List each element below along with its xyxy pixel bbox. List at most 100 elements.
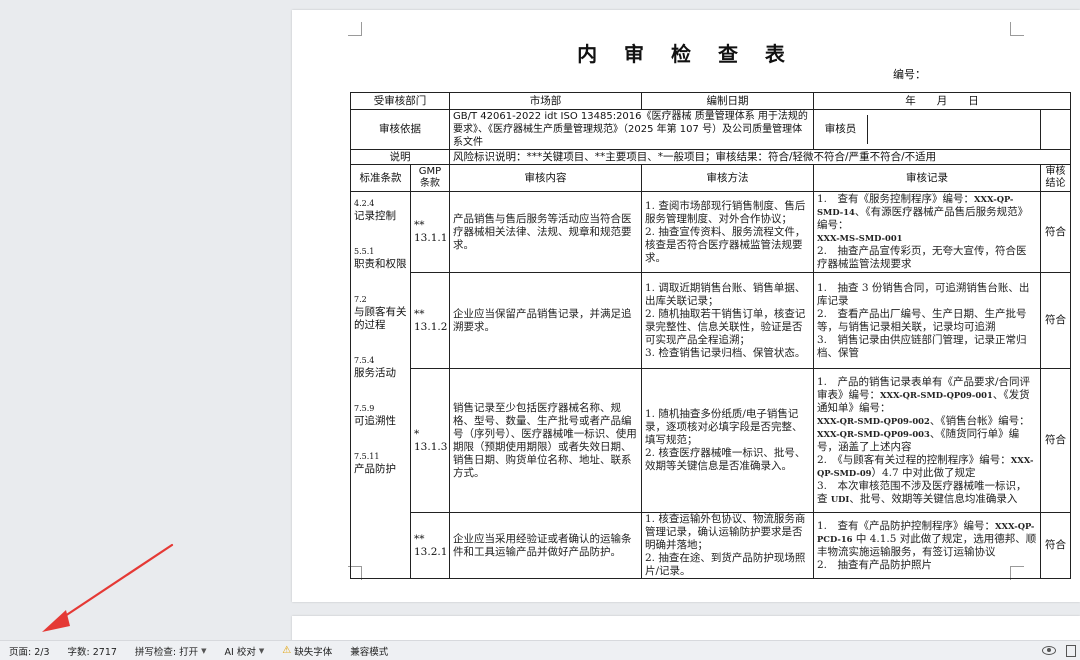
record-doc-code: XXX-QR-SMD-QP09-001 [880,389,993,400]
gmp-cell[interactable]: ** 13.1.1 [410,191,450,273]
spell-check-toggle[interactable]: 拼写检查: 打开 ▼ [126,644,216,658]
record-cell[interactable]: 1. 抽查 3 份销售合同，可追溯销售台账、出库记录 2. 查看产品出厂编号、生… [813,272,1041,369]
method-line: 1. 核查运输外包协议、物流服务商管理记录，确认运输防护要求是否明确并落地； [645,513,806,552]
standard-code: 4.2.4 [354,199,375,208]
method-cell[interactable]: 1. 核查运输外包协议、物流服务商管理记录，确认运输防护要求是否明确并落地； 2… [641,512,814,579]
compat-mode-indicator[interactable]: 兼容模式 [341,644,397,658]
chevron-down-icon: ▼ [201,646,207,655]
record-line: 1. 查有《产品防护控制程序》编号：XXX-QP-PCD-16 中 4.1.5 … [817,520,1037,559]
document-workspace[interactable]: 内 审 检 查 表 编号： 受审核部门 市场部 编制日期 年 月 日 审核依据 … [0,0,1080,640]
record-doc-code: XXX-QR-SMD-QP09-003 [817,428,930,439]
table-row: * 13.1.3 销售记录至少包括医疗器械名称、规格、型号、数量、生产批号或者产… [351,368,1071,513]
document-page[interactable]: 内 审 检 查 表 编号： 受审核部门 市场部 编制日期 年 月 日 审核依据 … [292,10,1080,602]
record-text: 1. 查有《产品防护控制程序》编号： [817,519,996,532]
standard-code: 7.5.9 [354,404,375,413]
col-record: 审核记录 [813,164,1041,192]
gmp-cell[interactable]: * 13.1.3 [410,368,450,513]
auditor-value[interactable] [868,115,1040,144]
record-text: 2. 《与顾客有关过程的控制程序》编号： [817,453,1011,466]
standard-name: 服务活动 [354,367,396,379]
gmp-clause: 13.1.1 [414,232,448,244]
method-line: 1. 查阅市场部现行销售制度、售后服务管理制度、对外合作协议； [645,199,806,225]
record-cell[interactable]: 1. 产品的销售记录表单有《产品要求/合同评审表》编号：XXX-QR-SMD-Q… [813,368,1041,513]
content-cell[interactable]: 企业应当保留产品销售记录，并满足追溯要求。 [449,272,642,369]
record-text: 1. 查有《服务控制程序》编号： [817,193,975,205]
standard-code: 5.5.1 [354,247,375,256]
record-line: 1. 查有《服务控制程序》编号：XXX-QP-SMD-14、《有源医疗器械产品售… [817,193,1037,232]
audit-checklist-table[interactable]: 受审核部门 市场部 编制日期 年 月 日 审核依据 GB/T 42061-202… [350,92,1071,579]
record-doc-code: UDI [830,493,850,504]
document-title[interactable]: 内 审 检 查 表 [292,38,1080,67]
record-doc-code: XXX-QR-SMD-QP09-002 [817,415,930,426]
content-cell[interactable]: 销售记录至少包括医疗器械名称、规格、型号、数量、生产批号或者产品编号（序列号）、… [449,368,642,513]
auditor-cell[interactable]: 审核员 [813,109,1041,150]
date-label: 编制日期 [641,92,814,110]
table-row-basis: 审核依据 GB/T 42061-2022 idt ISO 13485:2016《… [350,109,1071,150]
conclusion-cell[interactable]: 符合 [1040,368,1071,513]
risk-level: ** [414,307,425,320]
ai-proofread-button[interactable]: AI 校对 ▼ [216,644,274,658]
note-value[interactable]: 风险标识说明：***关键项目、**主要项目、*一般项目；审核结果：符合/轻微不符… [449,149,1071,165]
note-label: 说明 [350,149,450,165]
missing-font-button[interactable]: ⚠ 缺失字体 [273,644,341,658]
conclusion-cell[interactable]: 符合 [1040,512,1071,579]
record-cell[interactable]: 1. 查有《服务控制程序》编号：XXX-QP-SMD-14、《有源医疗器械产品售… [813,191,1041,273]
record-line: 1. 抽查 3 份销售合同，可追溯销售台账、出库记录 [817,281,1030,307]
content-cell[interactable]: 企业应当采用经验证或者确认的运输条件和工具运输产品并做好产品防护。 [449,512,642,579]
table-row-note: 说明 风险标识说明：***关键项目、**主要项目、*一般项目；审核结果：符合/轻… [350,149,1071,165]
crop-mark-top-left [348,22,362,36]
method-line: 2. 核查医疗器械唯一标识、批号、效期等关键信息是否准确录入。 [645,447,806,472]
standard-code: 7.5.11 [354,452,380,461]
record-doc-code: XXX-MS-SMD-001 [817,233,903,243]
record-line: XXX-QR-SMD-QP09-003、《随货同行单》编号，涵盖了上述内容 [817,428,1037,454]
date-value[interactable]: 年 月 日 [813,92,1071,110]
col-standard: 标准条款 [350,164,411,192]
page-view-icon[interactable] [1066,644,1076,657]
page-indicator[interactable]: 页面: 2/3 [0,644,59,658]
word-count[interactable]: 字数: 2717 [59,644,126,658]
warning-icon: ⚠ [282,645,292,656]
table-row: 4.2.4 记录控制 5.5.1 职责和权限 7.2 与顾客有关的过程 7.5.… [350,191,1071,579]
dept-value[interactable]: 市场部 [449,92,642,110]
method-cell[interactable]: 1. 调取近期销售台账、销售单据、出库关联记录； 2. 随机抽取若干销售订单，核… [641,272,814,369]
record-cell[interactable]: 1. 查有《产品防护控制程序》编号：XXX-QP-PCD-16 中 4.1.5 … [813,512,1041,579]
eye-protection-icon[interactable] [1042,646,1056,655]
conclusion-cell[interactable]: 符合 [1040,272,1071,369]
gmp-cell[interactable]: ** 13.2.1 [410,512,450,579]
dept-label: 受审核部门 [350,92,450,110]
standard-name: 与顾客有关的过程 [354,306,407,331]
standard-code: 7.5.4 [354,356,375,365]
spell-check-label: 拼写检查: 打开 [134,646,199,658]
gmp-cell[interactable]: ** 13.1.2 [410,272,450,369]
standard-name: 记录控制 [354,210,396,222]
record-line: 3. 销售记录由供应链部门管理，记录正常归档、保管 [817,333,1027,359]
record-line: 2. 查看产品出厂编号、生产日期、生产批号等，与销售记录相关联，记录均可追溯 [817,307,1027,333]
standard-clauses-cell[interactable]: 4.2.4 记录控制 5.5.1 职责和权限 7.2 与顾客有关的过程 7.5.… [350,191,411,579]
document-number-label[interactable]: 编号： [893,66,926,82]
record-line: 2. 抽查产品宣传彩页，无夸大宣传，符合医疗器械监管法规要求 [817,245,1037,271]
content-cell[interactable]: 产品销售与售后服务等活动应当符合医疗器械相关法律、法规、规章和规范要求。 [449,191,642,273]
chevron-down-icon: ▼ [258,646,265,655]
auditor-value-extra[interactable] [1040,109,1071,150]
method-cell[interactable]: 1. 查阅市场部现行销售制度、售后服务管理制度、对外合作协议； 2. 抽查宣传资… [641,191,814,273]
risk-level: ** [414,219,425,231]
record-line: XXX-MS-SMD-001 [817,232,1037,245]
standard-name: 职责和权限 [354,258,407,270]
method-cell[interactable]: 1. 随机抽查多份纸质/电子销售记录，逐项核对必填字段是否完整、填写规范； 2.… [641,368,814,513]
basis-label: 审核依据 [350,109,450,150]
record-line: XXX-QR-SMD-QP09-002、《销售台帐》编号： [817,415,1037,428]
ai-proofread-label: AI 校对 [224,646,256,658]
auditor-label: 审核员 [815,115,868,144]
basis-value[interactable]: GB/T 42061-2022 idt ISO 13485:2016《医疗器械 … [449,109,814,150]
record-text: 2. 抽查产品宣传彩页，无夸大宣传，符合医疗器械监管法规要求 [817,245,1027,270]
risk-level: * [414,427,420,440]
method-line: 2. 抽查宣传资料、服务流程文件，核查是否符合医疗器械监管法规要求。 [645,225,806,264]
method-line: 3. 检查销售记录归档、保管状态。 [645,346,806,359]
method-line: 1. 随机抽查多份纸质/电子销售记录，逐项核对必填字段是否完整、填写规范； [645,408,803,446]
table-row: ** 13.1.2 企业应当保留产品销售记录，并满足追溯要求。 1. 调取近期销… [351,272,1071,369]
record-line: 3. 本次审核范围不涉及医疗器械唯一标识，查 UDI、批号、效期等关键信息均准确… [817,480,1037,506]
next-document-page[interactable] [292,616,1080,640]
conclusion-cell[interactable]: 符合 [1040,191,1071,273]
col-conclusion: 审核结论 [1040,164,1071,192]
status-bar: 页面: 2/3 字数: 2717 拼写检查: 打开 ▼ AI 校对 ▼ ⚠ 缺失… [0,640,1080,660]
